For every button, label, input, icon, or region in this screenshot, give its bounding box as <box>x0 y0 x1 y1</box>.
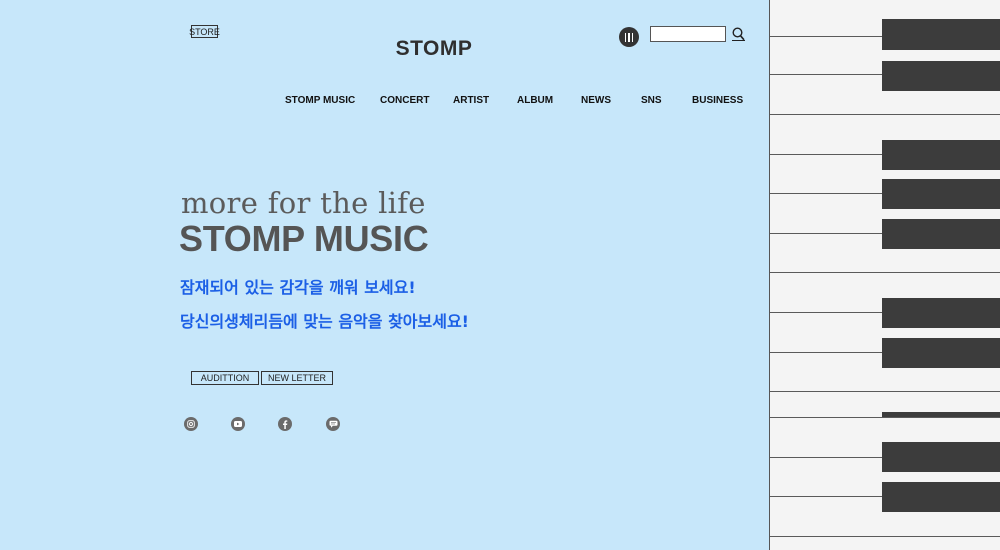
main-nav: STOMP MUSIC CONCERT ARTIST ALBUM NEWS SN… <box>0 95 769 109</box>
store-button[interactable]: STORE <box>189 25 220 38</box>
main-area: STORE STOMP STOMP MUSIC CONCERT ARTIST A… <box>0 0 769 550</box>
chat-link[interactable] <box>326 417 340 431</box>
black-key <box>882 298 1000 328</box>
black-key <box>882 219 1000 249</box>
nav-sns[interactable]: SNS <box>641 95 662 106</box>
search-input[interactable] <box>650 26 726 42</box>
menu-bar-icon <box>628 32 630 42</box>
black-key <box>882 179 1000 209</box>
piano-keyboard-graphic <box>769 0 1000 550</box>
menu-bar-icon <box>631 32 634 42</box>
menu-button[interactable] <box>619 27 639 47</box>
white-key-divider <box>770 536 1000 537</box>
facebook-icon <box>283 419 288 429</box>
white-key-divider <box>770 391 1000 392</box>
nav-news[interactable]: NEWS <box>581 95 611 106</box>
hero-headline: STOMP MUSIC <box>179 218 429 259</box>
black-key <box>882 482 1000 512</box>
black-key <box>882 19 1000 50</box>
hero-text-line-1: 잠재되어 있는 감각을 깨워 보세요! <box>180 278 416 297</box>
white-key-divider <box>770 417 1000 418</box>
white-key-divider <box>770 272 1000 273</box>
nav-artist[interactable]: ARTIST <box>453 95 489 106</box>
hero-text-line-2: 당신의생체리듬에 맞는 음악을 찾아보세요! <box>180 312 469 331</box>
newsletter-button[interactable]: NEW LETTER <box>261 371 333 385</box>
nav-business[interactable]: BUSINESS <box>692 95 743 106</box>
black-key <box>882 412 1000 417</box>
youtube-icon <box>234 421 242 427</box>
black-key <box>882 140 1000 170</box>
black-key <box>882 61 1000 91</box>
site-logo[interactable]: STOMP <box>384 37 484 61</box>
hero-tagline: more for the life <box>181 186 426 220</box>
nav-album[interactable]: ALBUM <box>517 95 553 106</box>
chat-icon <box>329 420 337 428</box>
black-key <box>882 338 1000 368</box>
nav-stomp-music[interactable]: STOMP MUSIC <box>285 95 355 106</box>
audition-button[interactable]: AUDITTION <box>191 371 259 385</box>
nav-concert[interactable]: CONCERT <box>380 95 429 106</box>
instagram-icon <box>187 420 195 428</box>
search-button[interactable] <box>731 26 745 41</box>
white-key-divider <box>770 114 1000 115</box>
search-icon <box>731 26 745 41</box>
menu-bar-icon <box>624 32 627 42</box>
facebook-link[interactable] <box>278 417 292 431</box>
instagram-link[interactable] <box>184 417 198 431</box>
black-key <box>882 442 1000 472</box>
youtube-link[interactable] <box>231 417 245 431</box>
